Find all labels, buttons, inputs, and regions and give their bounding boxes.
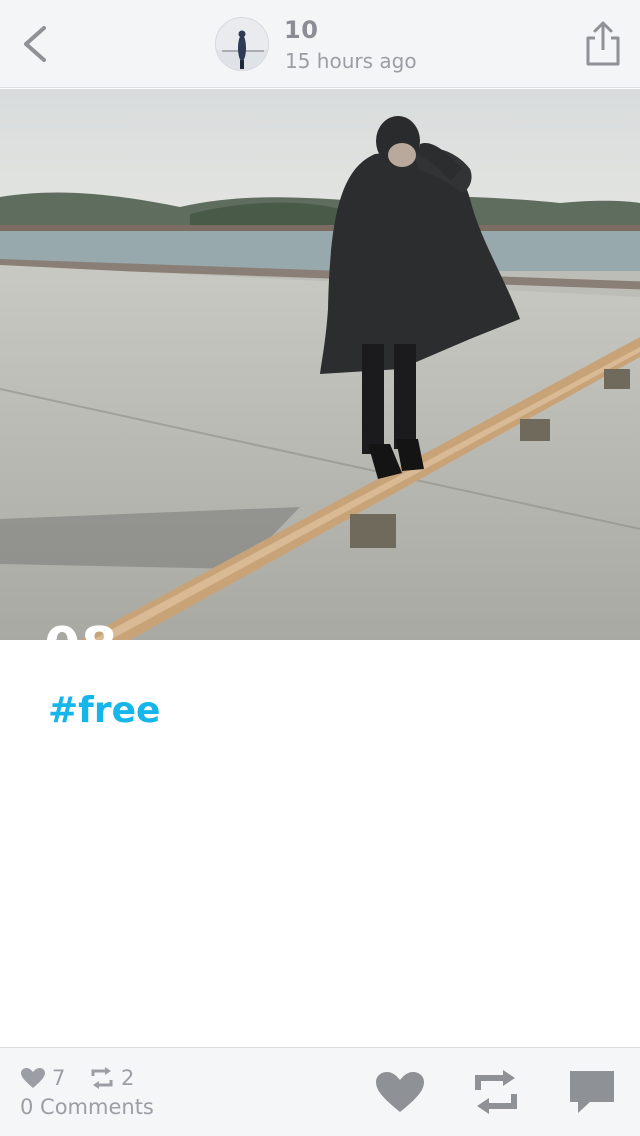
post-detail-screen: 10 15 hours ago #free 7 2 0 Comments (0, 0, 640, 1136)
revines-count-value: 2 (121, 1066, 135, 1090)
like-button[interactable] (374, 1068, 426, 1116)
likes-count-value: 7 (52, 1066, 66, 1090)
heart-icon (376, 1072, 424, 1112)
revine-small-icon (91, 1067, 113, 1089)
avatar[interactable] (215, 17, 269, 71)
share-icon (586, 21, 620, 66)
likes-count[interactable]: 7 (20, 1066, 65, 1090)
avatar-image (216, 18, 268, 70)
header-bar: 10 15 hours ago (0, 0, 640, 88)
chevron-left-icon (24, 26, 46, 62)
photo-illustration (0, 89, 640, 640)
post-photo[interactable]: 08 (0, 89, 640, 640)
revine-icon (475, 1070, 517, 1114)
heart-small-icon (21, 1068, 45, 1088)
photo-overlay-number: 08 (44, 617, 118, 640)
comment-button[interactable] (566, 1068, 618, 1116)
comment-icon (570, 1071, 614, 1113)
share-button[interactable] (580, 18, 626, 70)
hashtag-link[interactable]: #free (48, 690, 160, 731)
comments-count[interactable]: 0 Comments (20, 1095, 154, 1119)
footer-bar: 7 2 0 Comments (0, 1047, 640, 1136)
back-button[interactable] (14, 20, 58, 68)
user-name[interactable]: 10 (284, 16, 318, 44)
revines-count[interactable]: 2 (89, 1066, 134, 1090)
revine-button[interactable] (470, 1068, 522, 1116)
post-timestamp: 15 hours ago (285, 49, 417, 73)
